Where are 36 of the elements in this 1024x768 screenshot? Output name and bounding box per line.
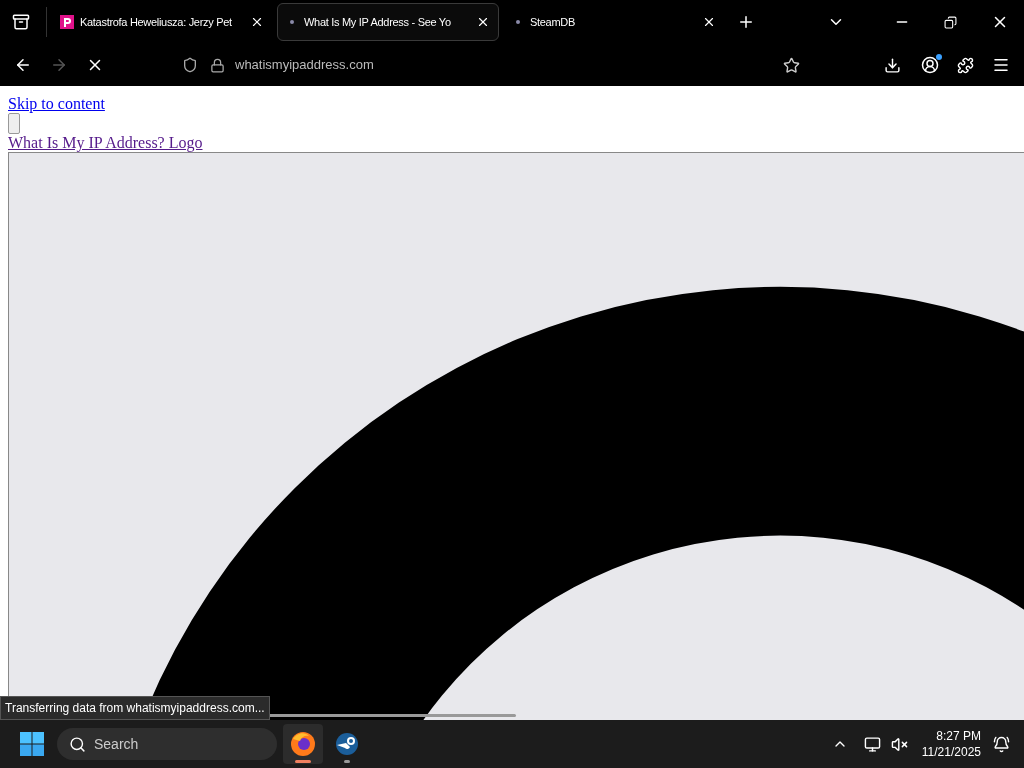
extensions-icon[interactable] (957, 56, 974, 74)
logo-link[interactable]: What Is My IP Address? Logo (8, 134, 203, 152)
close-icon[interactable] (702, 15, 716, 29)
start-icon[interactable] (20, 732, 44, 756)
search-placeholder: Search (94, 734, 139, 754)
status-panel: Transferring data from whatismyipaddress.com... (0, 696, 270, 720)
tab-title: Katastrofa Heweliusza: Jerzy Pet (80, 14, 232, 30)
taskbar-app-button[interactable] (283, 724, 323, 764)
browser-tab[interactable]: Katastrofa Heweliusza: Jerzy Pet (51, 3, 273, 41)
bookmark-star-icon[interactable] (783, 56, 800, 74)
search-field[interactable]: Search (57, 728, 277, 760)
fox-browser-icon (290, 731, 316, 757)
close-icon[interactable] (250, 15, 264, 29)
tab-title: What Is My IP Address - See Yo (304, 14, 451, 30)
lock-icon[interactable] (210, 57, 225, 73)
clock-time[interactable]: 8:27 PM (936, 728, 981, 744)
tab-title: SteamDB (530, 14, 575, 30)
address-field[interactable]: whatismyipaddress.com (235, 55, 374, 75)
skip-link[interactable]: Skip to content (8, 95, 105, 113)
menu-toggle-button[interactable] (8, 113, 20, 134)
restore-icon[interactable] (944, 15, 957, 29)
new-tab-icon[interactable] (737, 13, 755, 31)
clock-date[interactable]: 11/21/2025 (921, 744, 981, 760)
account-icon[interactable] (921, 56, 939, 74)
download-icon[interactable] (884, 56, 901, 74)
muted-speaker-icon[interactable] (890, 735, 908, 753)
back-icon[interactable] (14, 56, 32, 74)
notification-bell-icon[interactable] (993, 735, 1010, 753)
browser-tab[interactable]: What Is My IP Address - See Yo (277, 3, 499, 41)
site-favicon-icon (60, 15, 74, 29)
close-icon[interactable] (476, 15, 490, 29)
search-icon (69, 735, 86, 753)
steam-icon (335, 732, 359, 756)
browser-tab[interactable]: SteamDB (503, 3, 725, 41)
shield-icon[interactable] (182, 57, 198, 73)
menu-icon[interactable] (992, 56, 1010, 74)
